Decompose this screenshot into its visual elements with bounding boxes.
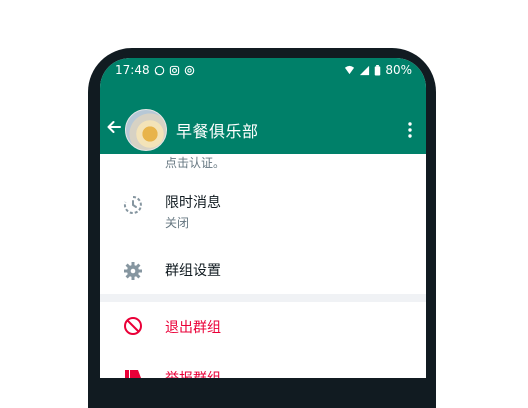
group-settings-row[interactable]: 群组设置: [100, 250, 426, 294]
wifi-icon: [345, 65, 355, 74]
report-group-row[interactable]: 举报群组: [100, 354, 426, 378]
status-bar: 17:48 80%: [100, 58, 426, 84]
row-title: 限时消息: [165, 195, 221, 211]
status-time: 17:48: [115, 63, 150, 77]
gear-icon: [124, 262, 142, 280]
battery-icon: [375, 64, 381, 76]
group-avatar[interactable]: [125, 109, 167, 151]
status-left: 17:48: [115, 63, 195, 77]
signal-icon: [360, 65, 370, 75]
screen: 17:48 80% 早餐俱乐部 点击认证。 限时消息 关闭 群组设置 退出群组: [100, 58, 426, 378]
whatsapp-icon: [154, 65, 164, 75]
row-title: 退出群组: [165, 320, 221, 336]
app-bar: 早餐俱乐部: [100, 84, 426, 154]
encryption-note-partial: 点击认证。: [165, 156, 226, 170]
more-vertical-icon[interactable]: [408, 122, 412, 138]
section-divider: [100, 294, 426, 302]
exit-group-row[interactable]: 退出群组: [100, 302, 426, 348]
thumb-down-icon: [125, 370, 141, 378]
group-info-list: 点击认证。 限时消息 关闭 群组设置 退出群组: [100, 154, 426, 378]
status-right: 80%: [344, 63, 412, 77]
instagram-icon: [169, 65, 179, 75]
disappearing-messages-row[interactable]: 限时消息 关闭: [100, 182, 426, 240]
at-icon: [184, 65, 194, 75]
exit-circle-icon: [124, 317, 142, 335]
battery-percent: 80%: [385, 63, 412, 77]
arrow-left-icon[interactable]: [105, 118, 123, 136]
group-title[interactable]: 早餐俱乐部: [176, 118, 259, 142]
row-title: 群组设置: [165, 263, 221, 279]
row-title: 举报群组: [165, 368, 221, 378]
row-subtitle: 关闭: [165, 216, 190, 230]
disappearing-timer-icon: [123, 196, 142, 214]
